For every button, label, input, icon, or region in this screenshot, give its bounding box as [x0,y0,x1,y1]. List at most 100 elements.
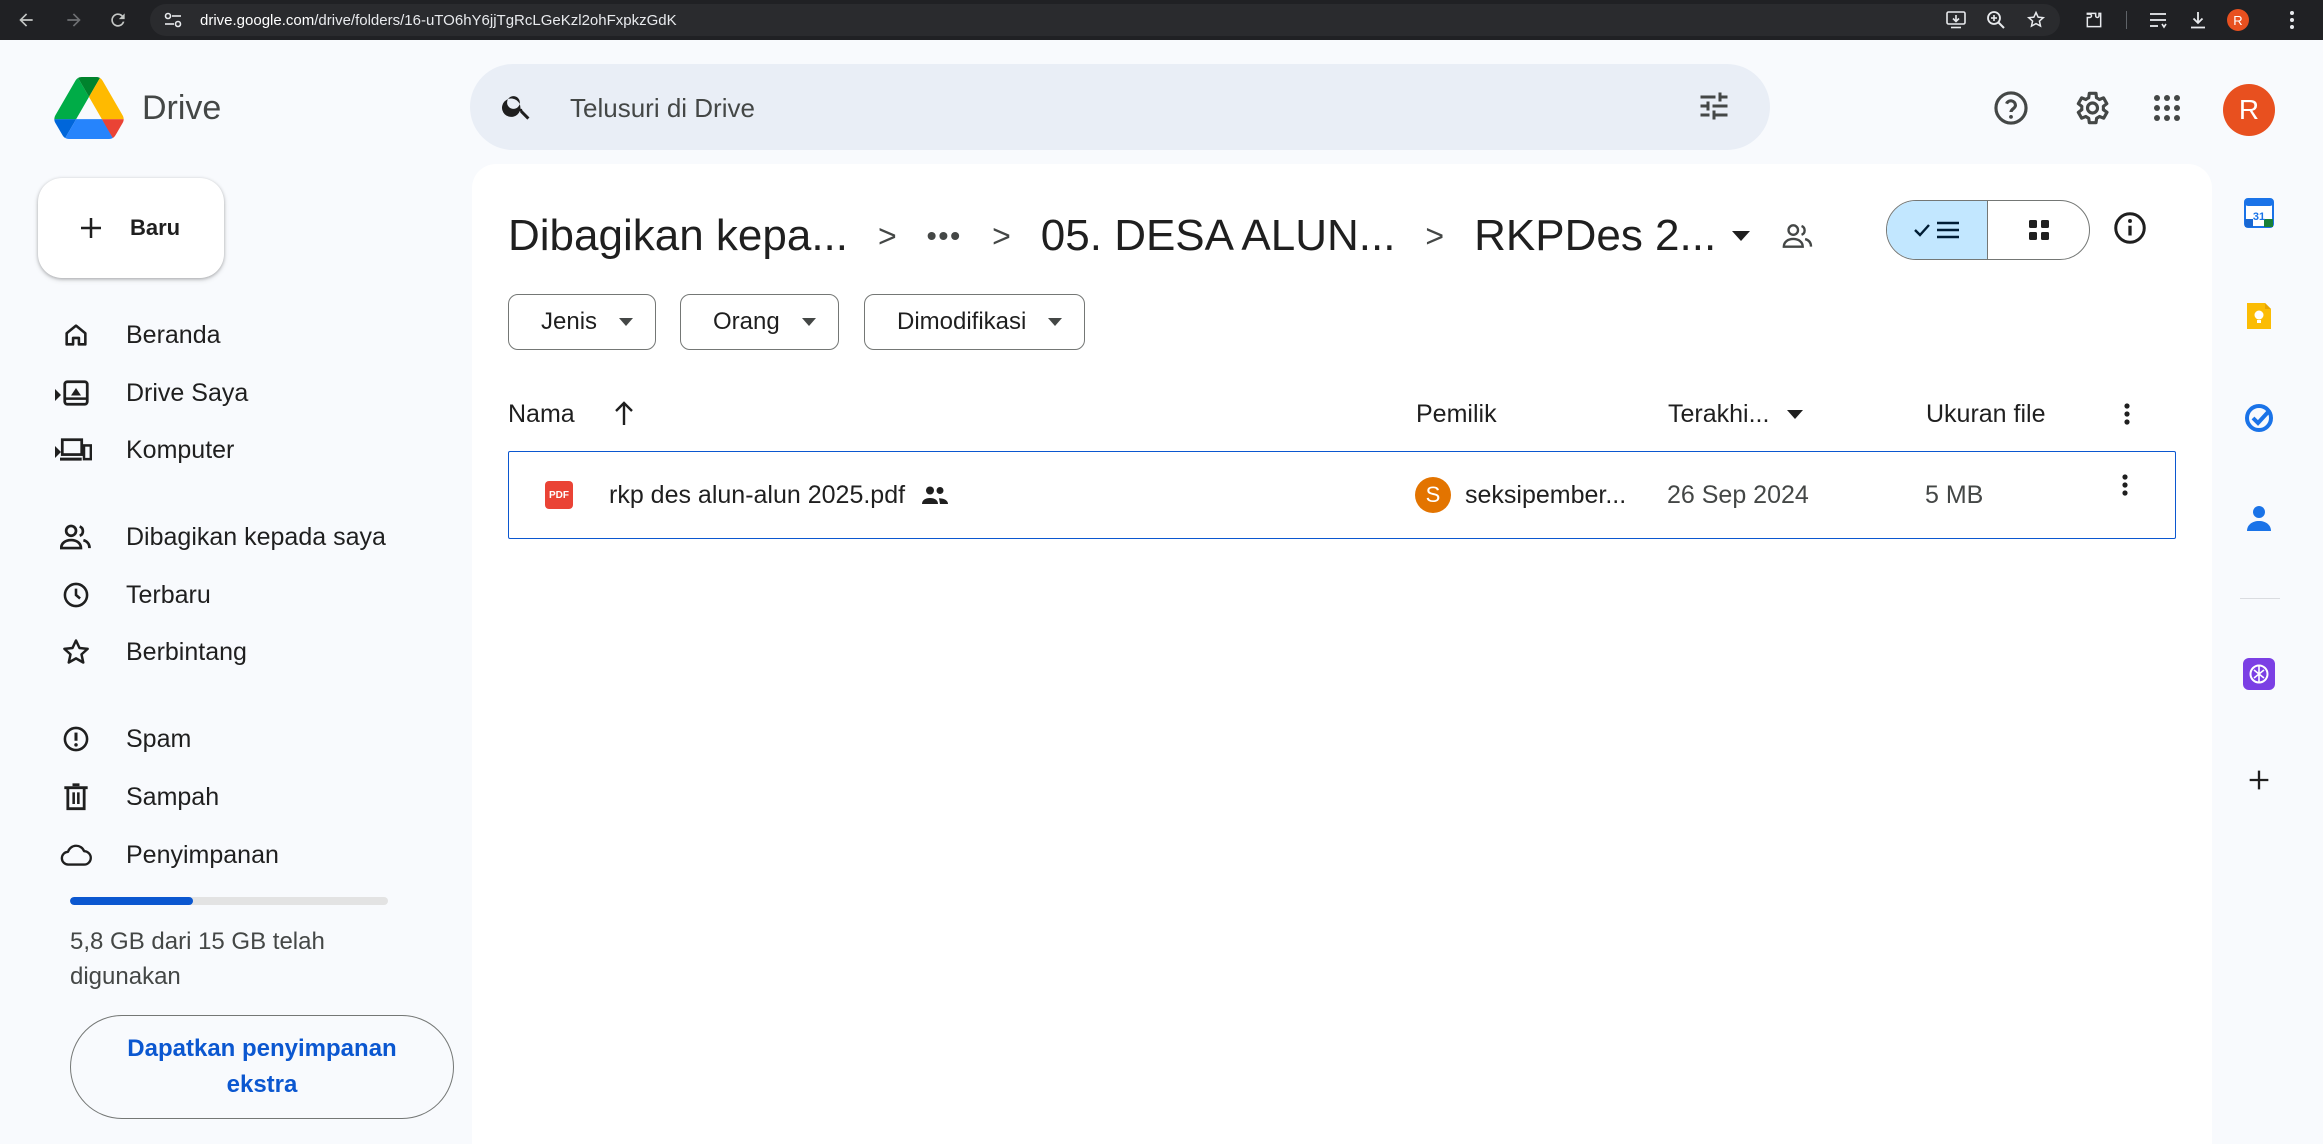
owner-avatar: S [1415,477,1451,513]
storage-usage-text: 5,8 GB dari 15 GB telah digunakan [70,928,325,990]
info-icon[interactable] [2112,210,2148,246]
sidebar-item-label: Beranda [126,320,221,349]
sidebar-item-label: Spam [126,724,192,753]
search-options-icon[interactable] [1696,88,1732,124]
forward-icon[interactable] [62,8,86,32]
side-panel-divider [2240,598,2280,599]
main-content: Dibagikan kepa... > ••• > 05. DESA ALUN.… [472,164,2212,1144]
browser-toolbar: drive.google.com/drive/folders/16-uTO6hY… [0,0,2323,40]
address-bar[interactable]: drive.google.com/drive/folders/16-uTO6hY… [150,4,2060,36]
sidebar-item-spam[interactable]: Spam [60,717,191,761]
table-row[interactable]: PDF rkp des alun-alun 2025.pdf S seksipe… [508,451,2176,539]
list-view-button[interactable] [1887,201,1988,259]
clock-icon [60,579,92,611]
breadcrumb: Dibagikan kepa... > ••• > 05. DESA ALUN.… [508,204,1814,268]
cloud-icon [60,839,92,871]
reading-list-icon[interactable] [2146,8,2170,32]
filter-modified-chip[interactable]: Dimodifikasi [864,294,1086,350]
breadcrumb-item-shared[interactable]: Dibagikan kepa... [508,211,848,261]
contacts-app-icon[interactable] [2241,500,2277,536]
url-host: drive.google.com [200,12,315,29]
sidebar-item-label: Dibagikan kepada saya [126,522,386,551]
column-header-owner[interactable]: Pemilik [1416,394,1497,434]
column-header-last-modified[interactable]: Terakhi... [1668,394,1804,434]
column-header-name[interactable]: Nama [508,394,635,434]
home-icon [60,319,92,351]
filter-people-chip[interactable]: Orang [680,294,839,350]
sidebar-item-label: Drive Saya [126,378,249,407]
reload-icon[interactable] [106,8,130,32]
chevron-down-icon [801,318,816,326]
chip-label: Orang [713,308,780,335]
column-options-icon[interactable] [2124,394,2130,434]
apps-grid-icon[interactable] [2143,84,2191,132]
chevron-down-icon [1787,409,1804,419]
breadcrumb-separator: > [1425,217,1445,254]
spam-icon [60,723,92,755]
storage-progress-bar [70,897,388,905]
sidebar-item-home[interactable]: Beranda [60,313,221,357]
chevron-down-icon [619,318,634,326]
url-path: /drive/folders/16-uTO6hY6jjTgRcLGeKzl2oh… [314,12,677,29]
extensions-icon[interactable] [2082,8,2106,32]
file-name[interactable]: rkp des alun-alun 2025.pdf [609,481,905,510]
plus-icon [81,218,101,238]
sidebar-item-recent[interactable]: Terbaru [60,573,211,617]
modified-date: 26 Sep 2024 [1667,480,1809,509]
sort-ascending-arrow-icon[interactable] [613,401,635,427]
search-bar[interactable] [470,64,1770,150]
breadcrumb-separator: > [992,217,1011,254]
new-button-label: Baru [130,215,181,240]
settings-gear-icon[interactable] [2067,84,2115,132]
back-icon[interactable] [14,8,38,32]
sidebar-item-storage[interactable]: Penyimpanan [60,833,279,877]
zoom-icon[interactable] [1984,8,2008,32]
sidebar-item-my-drive[interactable]: Drive Saya [60,371,248,415]
sidebar-item-label: Komputer [126,435,235,464]
help-icon[interactable] [1987,84,2035,132]
view-toggle [1886,200,2090,260]
my-drive-icon [60,377,92,409]
profile-avatar[interactable]: R [2226,8,2250,32]
pdf-file-icon: PDF [545,481,573,509]
tasks-app-icon[interactable] [2241,400,2277,436]
breadcrumb-separator: > [878,217,897,254]
toolbar-divider [2126,11,2127,29]
install-app-icon[interactable] [1944,8,1968,32]
row-more-actions-icon[interactable] [2122,473,2128,497]
add-addon-icon[interactable] [2241,762,2277,798]
new-button[interactable]: Baru [38,178,224,278]
bookmark-star-icon[interactable] [2024,8,2048,32]
search-input[interactable] [570,86,1570,130]
sidebar-item-label: Sampah [126,782,220,811]
account-avatar[interactable]: R [2223,84,2275,136]
breadcrumb-more[interactable]: ••• [927,220,962,252]
trash-icon [60,781,92,813]
site-settings-icon[interactable] [164,12,182,28]
calendar-app-icon[interactable]: 31 [2241,195,2277,231]
chevron-down-icon [1048,318,1063,326]
drive-logo[interactable]: Drive [54,76,221,140]
filter-type-chip[interactable]: Jenis [508,294,657,350]
sidebar-item-trash[interactable]: Sampah [60,775,219,819]
more-vert-icon [2124,403,2130,425]
search-icon[interactable] [500,89,534,123]
url-text[interactable]: drive.google.com/drive/folders/16-uTO6hY… [200,12,677,29]
browser-menu-icon[interactable] [2280,8,2304,32]
computer-icon [60,434,92,466]
folder-menu-caret-icon[interactable] [1732,231,1751,241]
keep-app-icon[interactable] [2241,298,2277,334]
breadcrumb-item-folder[interactable]: 05. DESA ALUN... [1041,211,1396,261]
sidebar-item-starred[interactable]: Berbintang [60,630,247,674]
downloads-icon[interactable] [2186,8,2210,32]
drive-logo-icon [54,77,124,139]
breadcrumb-item-current[interactable]: RKPDes 2... [1474,211,1716,261]
chatgpt-extension-icon[interactable] [2241,656,2277,692]
star-icon [60,636,92,668]
chip-label: Dimodifikasi [897,308,1027,335]
sidebar-item-shared-with-me[interactable]: Dibagikan kepada saya [60,515,386,559]
sidebar-item-computers[interactable]: Komputer [60,428,234,472]
column-header-file-size[interactable]: Ukuran file [1926,394,2046,434]
grid-view-button[interactable] [1988,201,2089,259]
get-more-storage-button[interactable]: Dapatkan penyimpanan ekstra [70,1015,454,1119]
